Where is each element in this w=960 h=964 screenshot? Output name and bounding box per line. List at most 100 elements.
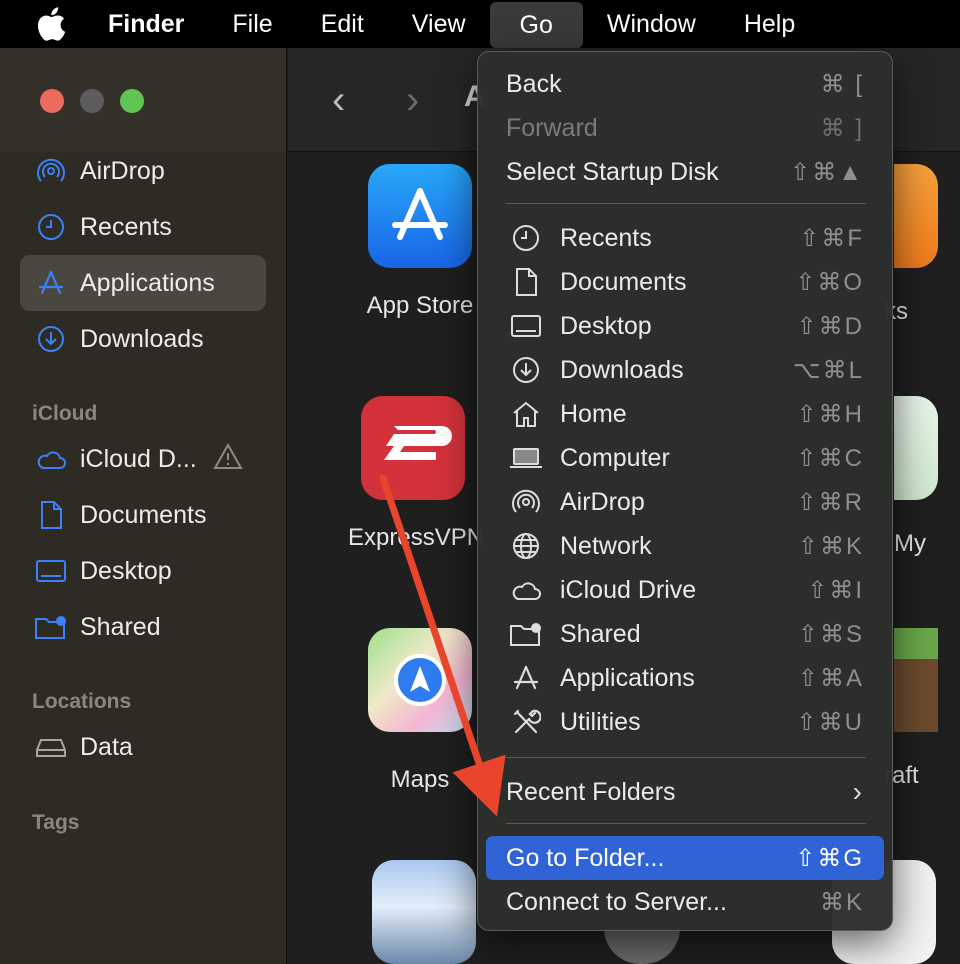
menu-window[interactable]: Window [583, 0, 720, 48]
menu-separator [506, 823, 866, 824]
menu-item-label: Computer [560, 443, 670, 472]
menu-item-forward[interactable]: Forward ⌘ ] [486, 106, 884, 150]
menu-item-recents[interactable]: Recents ⇧⌘F [486, 216, 884, 260]
document-icon [506, 267, 546, 297]
sidebar-item-label: Applications [80, 268, 215, 297]
menu-item-label: Shared [560, 619, 641, 648]
menu-item-desktop[interactable]: Desktop ⇧⌘D [486, 304, 884, 348]
shortcut: ⇧⌘K [797, 532, 864, 560]
minimize-window-button[interactable] [80, 89, 104, 113]
menu-item-label: iCloud Drive [560, 575, 697, 604]
books-icon[interactable] [894, 164, 938, 268]
clock-icon [506, 224, 546, 252]
menu-item-icloud-drive[interactable]: iCloud Drive ⇧⌘I [486, 568, 884, 612]
menu-edit[interactable]: Edit [297, 0, 388, 48]
minecraft-icon[interactable] [894, 628, 938, 732]
globe-icon [506, 531, 546, 561]
menu-item-label: Desktop [560, 311, 652, 340]
menu-item-network[interactable]: Network ⇧⌘K [486, 524, 884, 568]
menu-item-label: Documents [560, 267, 687, 296]
shortcut: ⇧⌘A [797, 664, 864, 692]
menu-item-label: Go to Folder... [506, 843, 665, 872]
menu-item-downloads[interactable]: Downloads ⌥⌘L [486, 348, 884, 392]
sidebar-item-desktop[interactable]: Desktop [20, 543, 266, 599]
sidebar-item-applications[interactable]: Applications [20, 255, 266, 311]
app-store-icon [368, 164, 472, 268]
menu-item-airdrop[interactable]: AirDrop ⇧⌘R [486, 480, 884, 524]
shortcut: ⌘ ] [820, 114, 864, 142]
sidebar-item-label: Downloads [80, 324, 204, 353]
close-window-button[interactable] [40, 89, 64, 113]
chevron-right-icon: › [852, 776, 864, 807]
sidebar-item-data[interactable]: Data [20, 719, 266, 775]
menu-item-applications[interactable]: Applications ⇧⌘A [486, 656, 884, 700]
shortcut: ⇧⌘I [807, 576, 864, 604]
preview-icon [372, 860, 476, 964]
window-titlebar [0, 48, 286, 152]
app-label-partial: My [894, 530, 926, 557]
menu-item-connect-to-server[interactable]: Connect to Server... ⌘K [486, 880, 884, 924]
sidebar-item-label: Data [80, 732, 133, 761]
shortcut: ⇧⌘S [797, 620, 864, 648]
laptop-icon [506, 446, 546, 470]
airdrop-icon [506, 487, 546, 517]
menu-item-label: Back [506, 69, 562, 98]
app-label: ExpressVPN [348, 524, 485, 551]
sidebar-item-documents[interactable]: Documents [20, 487, 266, 543]
menu-item-select-startup-disk[interactable]: Select Startup Disk ⇧⌘▲ [486, 150, 884, 194]
menu-separator [506, 203, 866, 204]
shared-folder-icon [506, 620, 546, 648]
app-icon-partial[interactable] [604, 928, 680, 964]
cloud-icon [34, 442, 68, 476]
app-item-expressvpn[interactable]: ExpressVPN [338, 396, 488, 552]
sidebar-item-label: iCloud D... [80, 444, 197, 473]
menu-bar: Finder File Edit View Go Window Help [0, 0, 960, 48]
sidebar-item-airdrop[interactable]: AirDrop [20, 143, 266, 199]
menu-file[interactable]: File [208, 0, 296, 48]
sidebar-item-label: Documents [80, 500, 207, 529]
menu-view[interactable]: View [388, 0, 490, 48]
menu-go[interactable]: Go [489, 2, 583, 48]
menu-item-label: Recent Folders [506, 777, 676, 806]
sidebar-item-icloud-drive[interactable]: iCloud D... [20, 431, 266, 487]
sidebar-item-label: Recents [80, 212, 172, 241]
shortcut: ⇧⌘F [799, 224, 864, 252]
menu-item-go-to-folder[interactable]: Go to Folder... ⇧⌘G [486, 836, 884, 880]
app-item-app-store[interactable]: App Store [350, 164, 490, 320]
apple-menu-icon[interactable] [36, 4, 94, 44]
menu-item-shared[interactable]: Shared ⇧⌘S [486, 612, 884, 656]
desktop-icon [506, 313, 546, 339]
sidebar-item-recents[interactable]: Recents [20, 199, 266, 255]
forward-arrow-icon[interactable]: › [406, 78, 419, 123]
sidebar-item-label: Desktop [80, 556, 172, 585]
app-item-preview[interactable] [372, 860, 476, 964]
shortcut: ⇧⌘O [795, 268, 864, 296]
shortcut: ⇧⌘▲ [790, 158, 864, 186]
menu-item-recent-folders[interactable]: Recent Folders › [486, 770, 884, 814]
app-item-maps[interactable]: Maps [350, 628, 490, 794]
menu-item-computer[interactable]: Computer ⇧⌘C [486, 436, 884, 480]
menu-item-label: Select Startup Disk [506, 157, 719, 186]
sidebar-item-label: Shared [80, 612, 161, 641]
menu-item-label: Applications [560, 663, 695, 692]
menu-help[interactable]: Help [720, 0, 819, 48]
desktop-icon [34, 554, 68, 588]
zoom-window-button[interactable] [120, 89, 144, 113]
menu-item-home[interactable]: Home ⇧⌘H [486, 392, 884, 436]
applications-icon [506, 664, 546, 692]
menu-item-label: Home [560, 399, 627, 428]
menu-finder[interactable]: Finder [94, 0, 208, 48]
find-my-icon[interactable] [894, 396, 938, 500]
menu-item-label: Downloads [560, 355, 684, 384]
shortcut: ⌘ [ [820, 70, 864, 98]
menu-item-back[interactable]: Back ⌘ [ [486, 62, 884, 106]
menu-item-utilities[interactable]: Utilities ⇧⌘U [486, 700, 884, 744]
menu-item-documents[interactable]: Documents ⇧⌘O [486, 260, 884, 304]
sidebar-header-icloud: iCloud [32, 402, 98, 425]
sidebar-item-shared[interactable]: Shared [20, 599, 266, 655]
download-icon [506, 356, 546, 384]
shortcut: ⇧⌘G [795, 844, 864, 872]
sidebar-item-downloads[interactable]: Downloads [20, 311, 266, 367]
shortcut: ⇧⌘R [796, 488, 864, 516]
back-arrow-icon[interactable]: ‹ [332, 78, 345, 123]
